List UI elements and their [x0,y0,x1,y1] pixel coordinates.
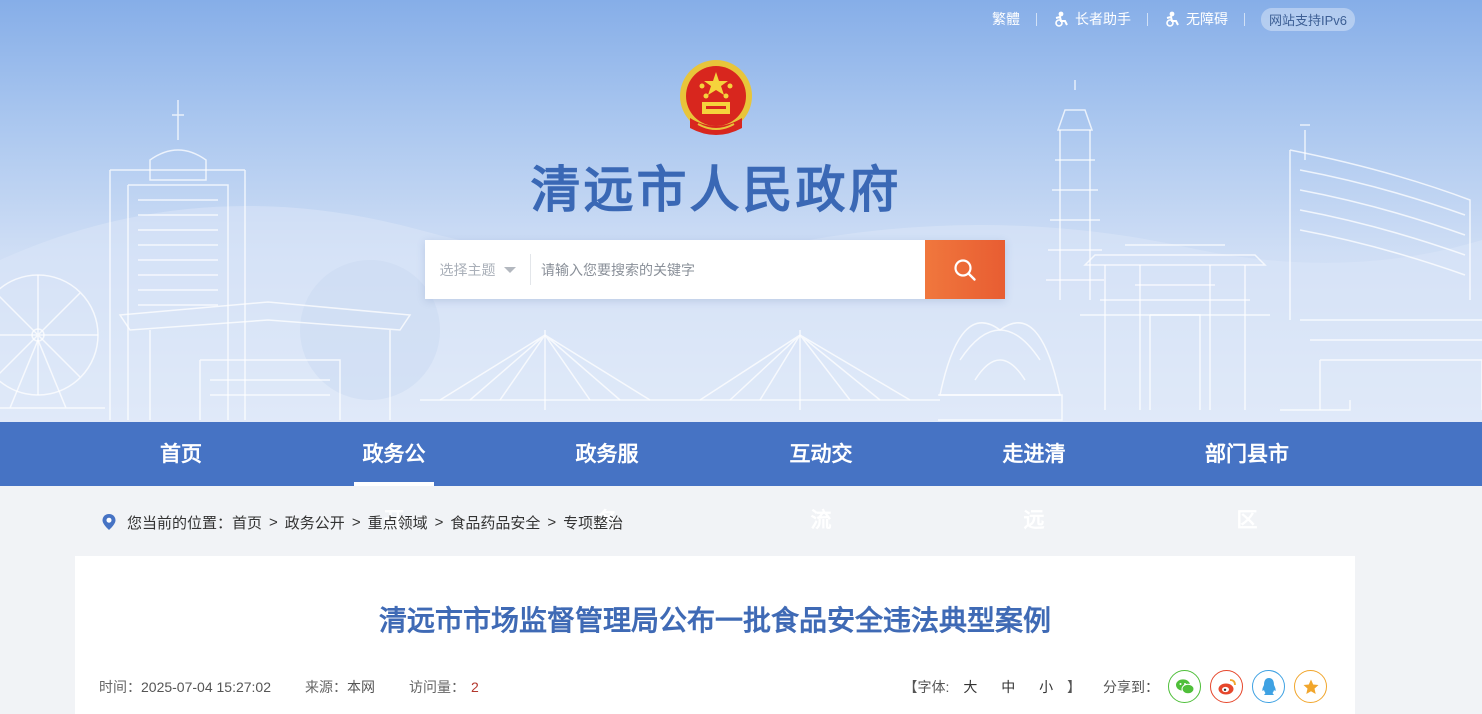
breadcrumb: 您当前的位置： 首页 > 政务公开 > 重点领域 > 食品药品安全 > 专项整治 [101,509,623,535]
breadcrumb-separator: > [547,513,557,531]
wechat-icon [1175,678,1194,694]
qq-icon [1261,677,1276,695]
weibo-icon [1218,678,1236,694]
search-icon [954,258,976,281]
article-source: 来源：本网 [305,679,375,695]
nav-item-home[interactable]: 首页 [141,422,221,486]
font-size-control: 【字体: 大 中 小 】 [903,678,1081,695]
font-small-button[interactable]: 小 [1039,679,1053,695]
breadcrumb-prefix: 您当前的位置： [127,514,233,532]
breadcrumb-special-rectification[interactable]: 专项整治 [563,512,623,533]
star-icon [1303,679,1318,694]
accessibility-icon [1055,11,1068,27]
nav-item-departments[interactable]: 部门县市区 [1196,422,1298,532]
divider [1243,12,1245,26]
font-large-button[interactable]: 大 [963,679,977,695]
search-bar: 选择主题 [425,240,1005,299]
accessibility-icon [1166,11,1179,27]
nav-item-gov-affairs-open[interactable]: 政务公开 [354,422,434,532]
accessibility-link[interactable]: 无障碍 [1148,9,1244,29]
nav-item-gov-services[interactable]: 政务服务 [567,422,647,532]
breadcrumb-separator: > [269,513,278,531]
share-wechat-button[interactable] [1168,670,1201,703]
share-weibo-button[interactable] [1210,670,1243,703]
breadcrumb-home[interactable]: 首页 [232,512,262,533]
traditional-chinese-link[interactable]: 繁體 [976,9,1036,29]
breadcrumb-gov-open[interactable]: 政务公开 [285,512,345,533]
nav-item-about-qingyuan[interactable]: 走进清远 [994,422,1074,532]
breadcrumb-separator: > [434,513,444,531]
site-title: 清远市人民政府 [530,162,902,218]
share-favorite-button[interactable] [1294,670,1327,703]
nav-item-interaction[interactable]: 互动交流 [781,422,861,532]
publish-time: 时间：2025-07-04 15:27:02 [99,679,271,695]
article-card: 清远市市场监督管理局公布一批食品安全违法典型案例 时间：2025-07-04 1… [75,556,1355,714]
header-banner: 繁體 长者助手 无障碍 网站支持IPv6 清远市人民政府 选择主题 [0,0,1482,422]
share-label: 分享到： [1103,678,1159,695]
breadcrumb-key-areas[interactable]: 重点领域 [368,512,428,533]
main-nav: 首页 政务公开 政务服务 互动交流 走进清远 部门县市区 [0,422,1482,532]
search-button[interactable] [925,240,1005,299]
view-count: 访问量： 2 [409,679,479,695]
breadcrumb-separator: > [351,513,361,531]
national-emblem [680,60,752,135]
font-medium-button[interactable]: 中 [1001,679,1015,695]
topic-select[interactable]: 选择主题 [425,254,531,285]
breadcrumb-food-drug-safety[interactable]: 食品药品安全 [450,512,540,533]
ipv6-badge: 网站支持IPv6 [1260,7,1355,31]
location-pin-icon [102,514,116,530]
chevron-down-icon [503,266,516,273]
article-title: 清远市市场监督管理局公布一批食品安全违法典型案例 [378,605,1051,636]
share-qq-button[interactable] [1252,670,1285,703]
article-meta: 时间：2025-07-04 15:27:02 来源：本网 访问量： 2 [99,677,513,697]
article-tools: 【字体: 大 中 小 】 分享到： [904,670,1327,703]
elder-assistant-link[interactable]: 长者助手 [1037,9,1147,29]
search-input[interactable] [531,240,925,299]
top-utility-links: 繁體 长者助手 无障碍 网站支持IPv6 [976,7,1355,31]
